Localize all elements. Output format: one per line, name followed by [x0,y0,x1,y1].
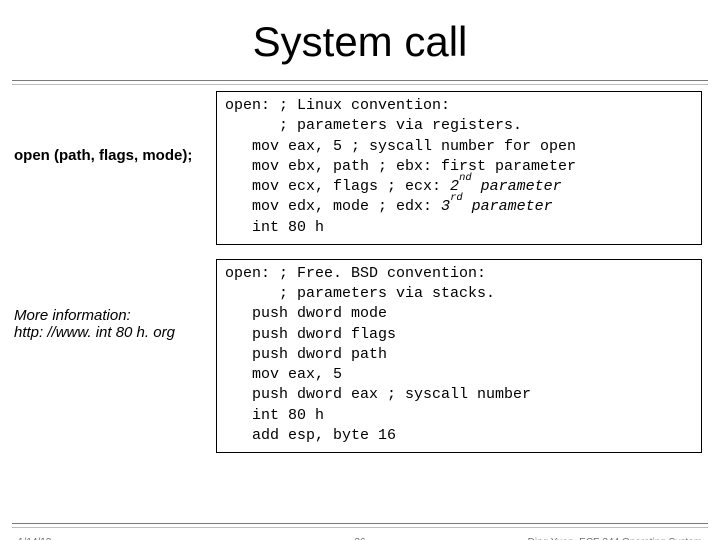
code-fragment: 3 [441,198,450,215]
code-line: ; parameters via stacks. [225,284,693,304]
code-line: push dword flags [225,325,693,345]
code-fragment: parameter [463,198,553,215]
code-line: push dword mode [225,304,693,324]
code-line: mov eax, 5 ; syscall number for open [225,137,693,157]
code-line: int 80 h [225,406,693,426]
code-line: push dword eax ; syscall number [225,385,693,405]
slide-body: open (path, flags, mode); open: ; Linux … [0,85,720,453]
divider-bottom-light [12,527,708,528]
divider-top-dark [12,80,708,81]
ordinal-suffix: rd [450,192,463,204]
more-info-label: More information: [14,307,216,324]
left-call-signature: open (path, flags, mode); [0,91,216,164]
slide-title: System call [0,18,720,66]
ordinal-suffix: nd [459,172,472,184]
code-line: open: ; Linux convention: [225,96,693,116]
code-fragment: mov edx, mode ; edx: [225,198,441,215]
code-line: open: ; Free. BSD convention: [225,264,693,284]
code-fragment: parameter [472,178,562,195]
code-line: add esp, byte 16 [225,426,693,446]
code-line: int 80 h [225,218,693,238]
code-line: push dword path [225,345,693,365]
row-freebsd: More information: http: //www. int 80 h.… [0,259,720,453]
left-more-info: More information: http: //www. int 80 h.… [0,259,216,341]
slide: System call open (path, flags, mode); op… [0,18,720,540]
codebox-freebsd: open: ; Free. BSD convention: ; paramete… [216,259,702,453]
open-call-text: open (path, flags, mode); [14,147,192,164]
code-line: mov eax, 5 [225,365,693,385]
row-linux: open (path, flags, mode); open: ; Linux … [0,91,720,245]
code-line: mov edx, mode ; edx: 3rd parameter [225,197,693,217]
divider-bottom-dark [12,523,708,524]
more-info-url: http: //www. int 80 h. org [14,324,216,341]
divider-bottom-group [0,519,720,528]
code-line: ; parameters via registers. [225,116,693,136]
codebox-linux: open: ; Linux convention: ; parameters v… [216,91,702,245]
code-fragment: mov ecx, flags ; ecx: [225,178,450,195]
footer: 1/14/13 36 Ding Yuan, ECE 344 Operating … [0,530,720,540]
